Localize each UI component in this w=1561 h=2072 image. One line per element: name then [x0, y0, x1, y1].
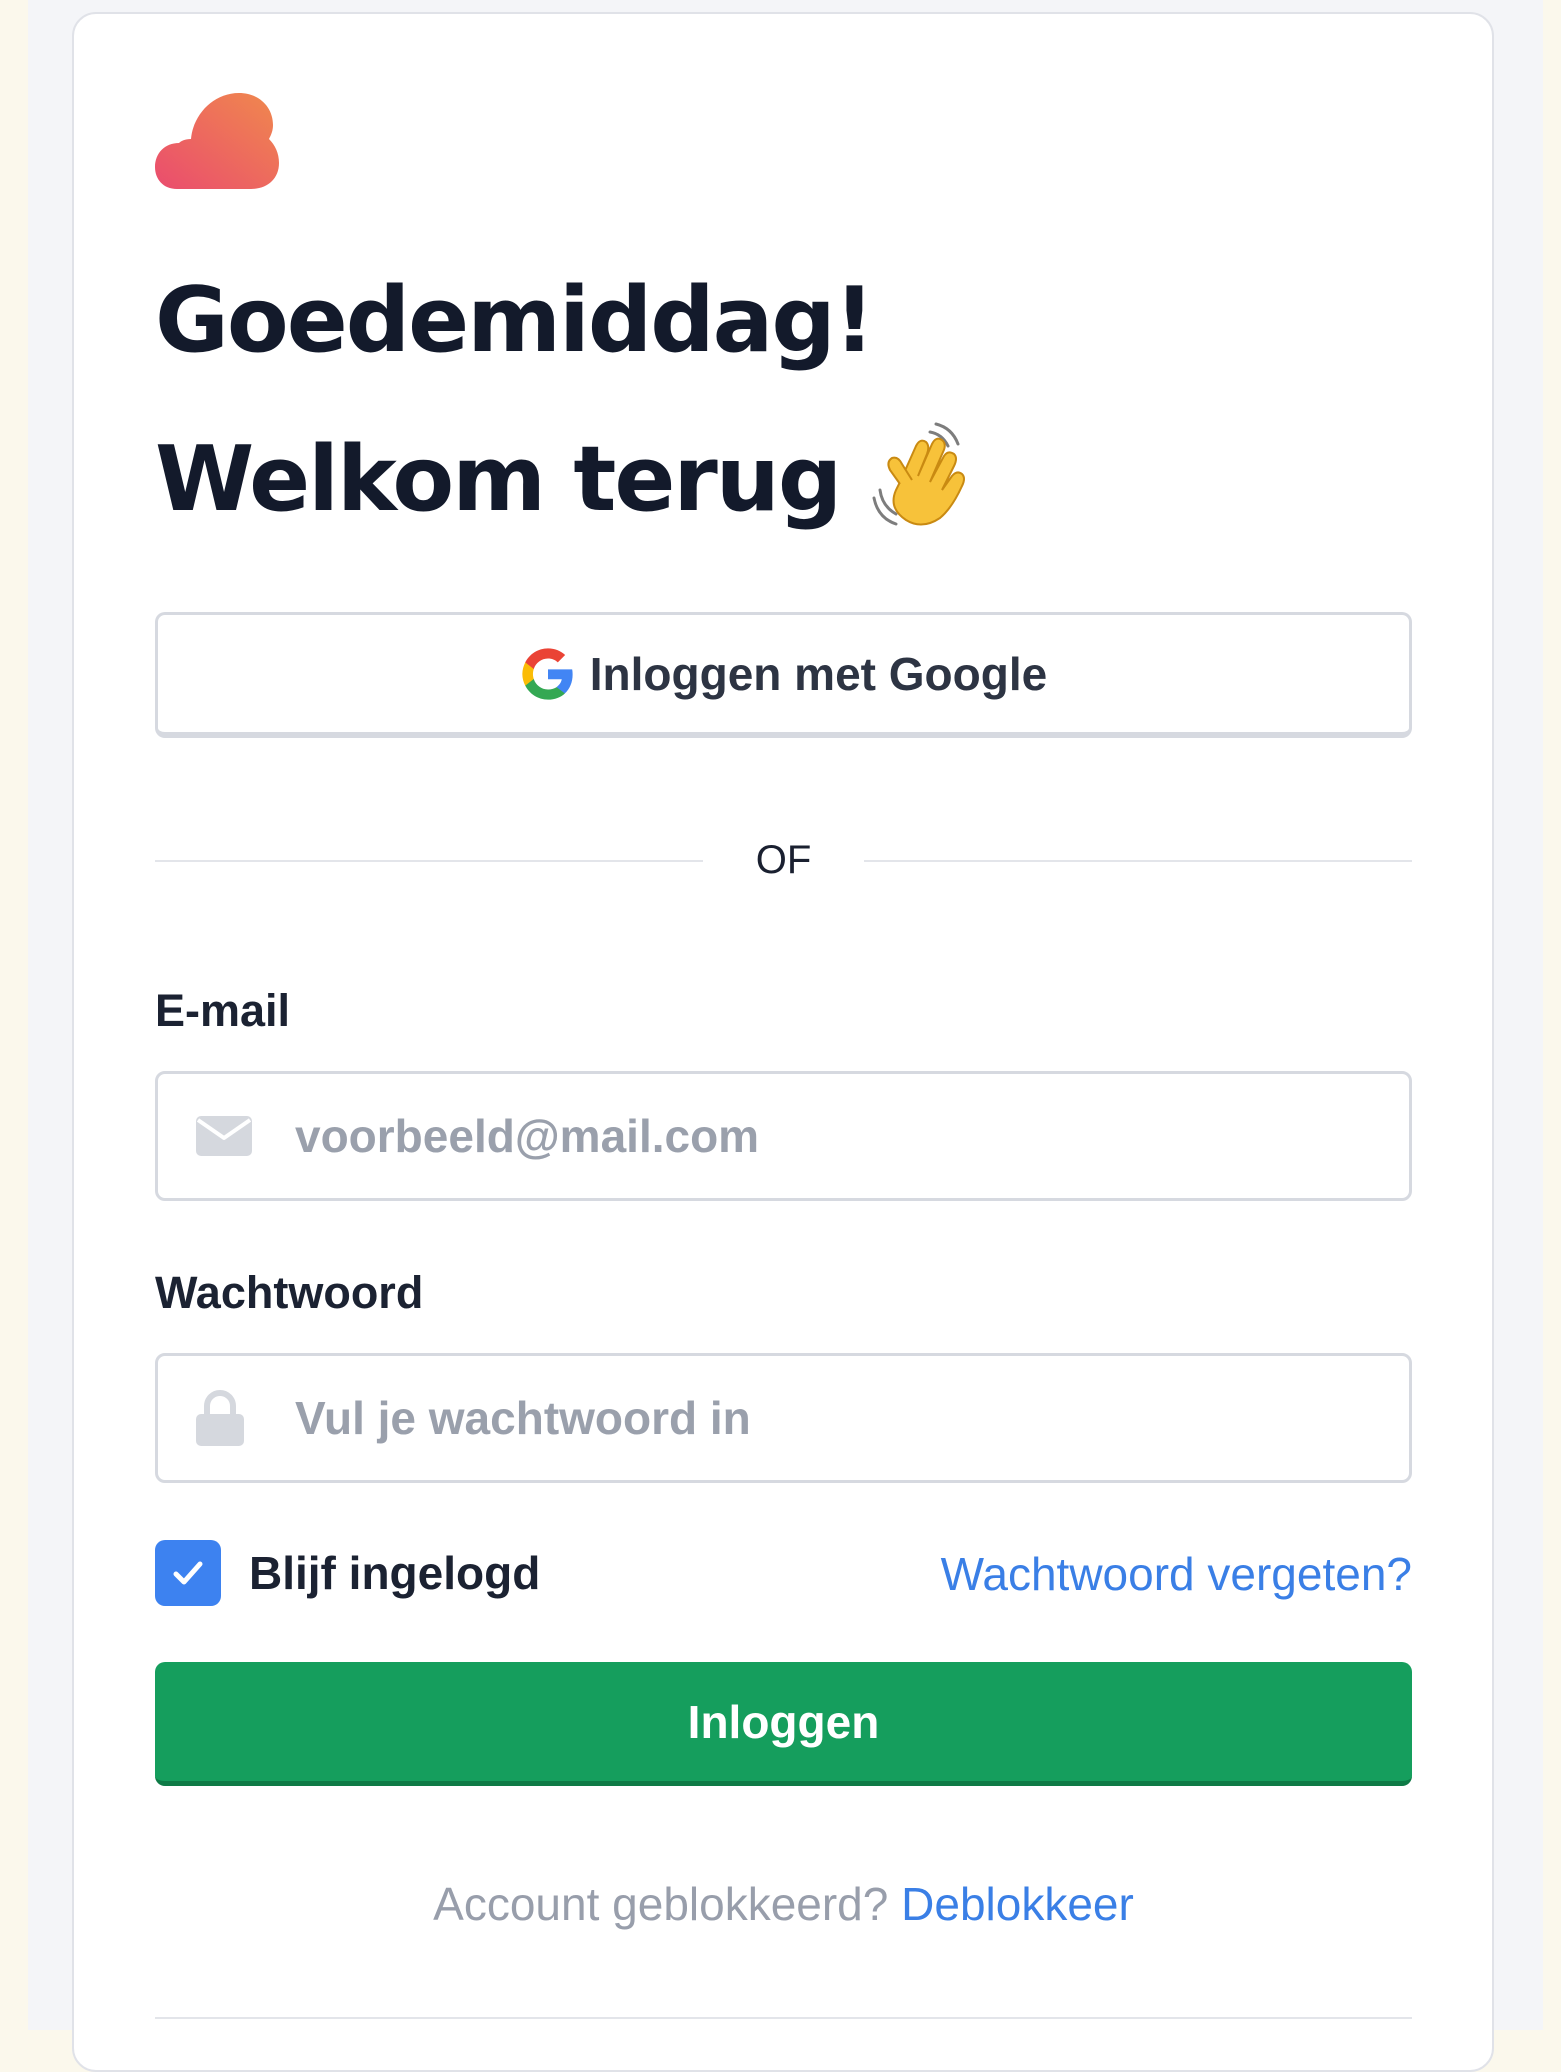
waving-hand-icon	[872, 422, 966, 526]
cloud-logo-icon	[155, 93, 279, 189]
email-label: E-mail	[155, 985, 291, 1036]
unblock-link[interactable]: Deblokkeer	[901, 1878, 1134, 1930]
divider-label: OF	[755, 838, 812, 882]
password-label: Wachtwoord	[155, 1267, 424, 1318]
login-button[interactable]: Inloggen	[155, 1662, 1412, 1786]
google-icon	[522, 647, 573, 700]
forgot-password-link[interactable]: Wachtwoord vergeten?	[941, 1546, 1412, 1602]
divider-line-left	[155, 860, 703, 862]
email-field-container	[155, 1071, 1412, 1201]
bottom-divider	[155, 2017, 1412, 2019]
account-blocked-text: Account geblokkeerd?	[433, 1878, 889, 1930]
unblock-account-row: Account geblokkeerd? Deblokkeer	[155, 1876, 1412, 1932]
greeting-line-2-text: Welkom terug	[155, 427, 842, 532]
password-field-container	[155, 1353, 1412, 1483]
checkbox-checked[interactable]	[155, 1540, 221, 1606]
lock-icon	[196, 1390, 244, 1446]
remember-me-label: Blijf ingelogd	[249, 1547, 541, 1599]
email-field[interactable]	[295, 1074, 1389, 1198]
greeting-line-1: Goedemiddag!	[155, 268, 875, 373]
google-login-label: Inloggen met Google	[589, 647, 1048, 700]
remember-me-checkbox[interactable]: Blijf ingelogd	[155, 1539, 540, 1607]
envelope-icon	[196, 1116, 252, 1156]
divider-line-right	[864, 860, 1412, 862]
or-divider: OF	[155, 840, 1412, 880]
checkmark-icon	[173, 1561, 203, 1585]
google-login-button[interactable]: Inloggen met Google	[155, 612, 1412, 738]
password-field[interactable]	[295, 1356, 1389, 1480]
greeting-line-2: Welkom terug	[155, 422, 980, 532]
